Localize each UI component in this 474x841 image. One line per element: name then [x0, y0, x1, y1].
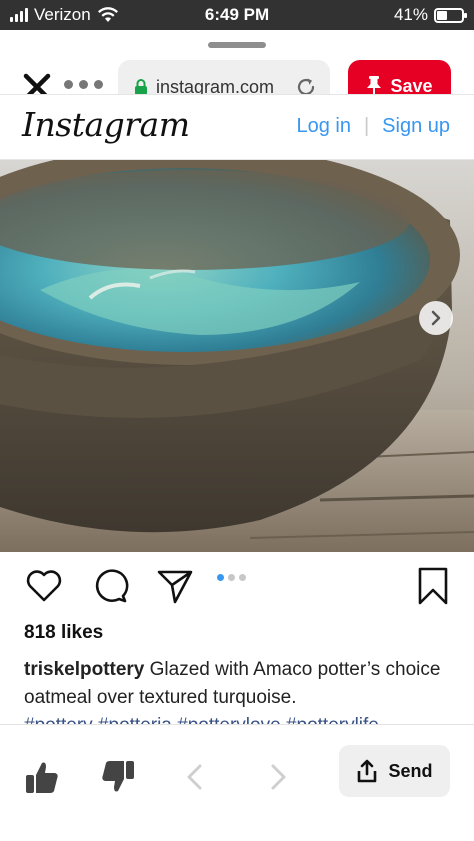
- status-right: 41%: [393, 5, 467, 25]
- battery-fill: [437, 10, 447, 20]
- auth-links: Log in | Sign up: [296, 115, 450, 138]
- battery-percent: 41%: [393, 5, 428, 24]
- auth-separator: |: [363, 115, 370, 137]
- comment-icon[interactable]: [90, 566, 130, 606]
- carousel-dot: [239, 574, 246, 581]
- carousel-next-button[interactable]: [419, 301, 453, 335]
- share-icon[interactable]: [155, 566, 195, 606]
- send-button[interactable]: Send: [339, 745, 450, 797]
- battery-icon: [434, 7, 467, 23]
- bottom-toolbar: Send: [0, 724, 474, 841]
- thumbs-down-icon[interactable]: [98, 757, 138, 797]
- post-actions: [0, 566, 474, 610]
- more-icon[interactable]: [64, 80, 103, 89]
- sheet-grabber[interactable]: [208, 42, 266, 48]
- carousel-dot: [217, 574, 224, 581]
- carousel-indicator: [217, 574, 246, 581]
- upload-icon: [358, 759, 377, 783]
- likes-count[interactable]: 818 likes: [24, 622, 103, 644]
- status-bar: Verizon 6:49 PM 41%: [0, 0, 474, 30]
- heart-icon[interactable]: [24, 566, 64, 606]
- chevron-right-icon: [431, 310, 441, 326]
- forward-icon[interactable]: [258, 757, 298, 797]
- signup-link[interactable]: Sign up: [382, 115, 450, 138]
- post-caption: triskelpottery Glazed with Amaco potter’…: [24, 656, 454, 712]
- post-photo[interactable]: [0, 160, 474, 552]
- carousel-dot: [228, 574, 235, 581]
- instagram-logo[interactable]: Instagram: [22, 105, 190, 144]
- back-icon[interactable]: [175, 757, 215, 797]
- bookmark-icon[interactable]: [413, 566, 453, 606]
- bowl-image: [0, 160, 474, 552]
- caption-username[interactable]: triskelpottery: [24, 659, 144, 680]
- send-label: Send: [388, 760, 433, 781]
- instagram-header: Instagram Log in | Sign up: [0, 94, 474, 160]
- thumbs-up-icon[interactable]: [22, 757, 62, 797]
- login-link[interactable]: Log in: [296, 115, 351, 138]
